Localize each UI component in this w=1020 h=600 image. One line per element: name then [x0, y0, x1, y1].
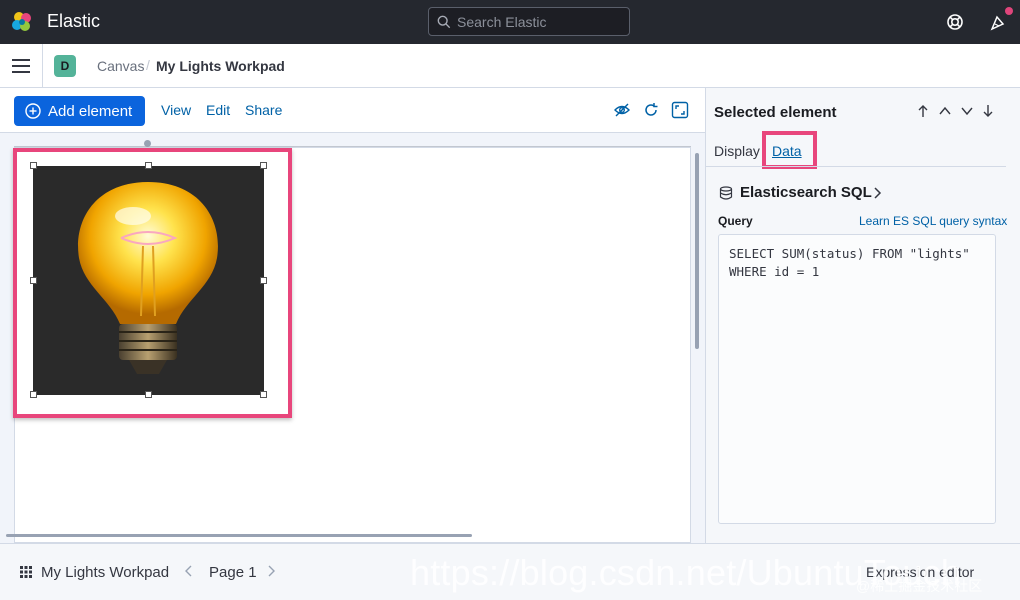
tab-display[interactable]: Display	[714, 143, 760, 159]
vertical-scrollbar[interactable]	[695, 153, 699, 349]
query-textarea[interactable]: SELECT SUM(status) FROM "lights" WHERE i…	[718, 234, 996, 524]
chevron-right-icon[interactable]	[266, 564, 276, 578]
chevron-left-icon[interactable]	[184, 564, 194, 578]
resize-handle[interactable]	[30, 162, 37, 169]
brand-name[interactable]: Elastic	[47, 11, 100, 32]
resize-handle[interactable]	[145, 162, 152, 169]
ruler-handle[interactable]	[144, 140, 151, 147]
newsfeed-icon[interactable]	[988, 12, 1008, 32]
element-sidebar: Selected element Display Data Elasticsea…	[705, 88, 1020, 543]
move-up-icon[interactable]	[938, 104, 952, 118]
resize-handle[interactable]	[260, 162, 267, 169]
breadcrumb-separator: /	[146, 57, 150, 73]
eye-closed-icon[interactable]	[613, 101, 631, 119]
resize-handle[interactable]	[260, 277, 267, 284]
search-icon	[437, 15, 451, 28]
resize-handle[interactable]	[30, 277, 37, 284]
move-down-icon[interactable]	[960, 104, 974, 118]
help-icon[interactable]	[945, 12, 965, 32]
plus-circle-icon	[25, 103, 41, 119]
grid-icon[interactable]	[19, 565, 33, 579]
add-element-label: Add element	[48, 102, 133, 120]
datasource-title[interactable]: Elasticsearch SQL	[740, 184, 872, 201]
refresh-icon[interactable]	[642, 101, 660, 119]
lightbulb-icon	[78, 182, 218, 374]
resize-handle[interactable]	[260, 391, 267, 398]
breadcrumb-bar: D Canvas / My Lights Workpad	[0, 44, 1020, 88]
notification-dot	[1005, 7, 1013, 15]
divider	[42, 44, 43, 88]
tab-data[interactable]: Data	[772, 143, 802, 159]
page-indicator[interactable]: Page 1	[209, 564, 257, 581]
footer-workpad-title[interactable]: My Lights Workpad	[41, 564, 169, 581]
resize-handle[interactable]	[30, 391, 37, 398]
tab-divider	[706, 166, 1006, 167]
edit-menu[interactable]: Edit	[206, 102, 230, 118]
es-sql-help-link[interactable]: Learn ES SQL query syntax	[859, 214, 1007, 228]
resize-handle[interactable]	[145, 391, 152, 398]
share-menu[interactable]: Share	[245, 102, 282, 118]
fullscreen-icon[interactable]	[671, 101, 689, 119]
sidebar-title: Selected element	[714, 104, 837, 121]
workpad-toolbar: Add element View Edit Share	[0, 88, 705, 133]
add-element-button[interactable]: Add element	[14, 96, 145, 126]
workpad-footer: My Lights Workpad Page 1 Expression edit…	[0, 543, 1020, 600]
breadcrumb-current-page: My Lights Workpad	[156, 58, 285, 74]
top-header: Elastic Search Elastic	[0, 0, 1020, 44]
elastic-logo-icon[interactable]	[10, 10, 34, 34]
watermark-sub: @稀土掘金技术社区	[856, 578, 983, 594]
space-avatar[interactable]: D	[54, 55, 76, 77]
menu-icon[interactable]	[12, 58, 30, 74]
lightbulb-image-element[interactable]	[33, 166, 264, 395]
database-icon	[719, 186, 733, 200]
search-placeholder: Search Elastic	[457, 13, 547, 30]
breadcrumb-canvas[interactable]: Canvas	[97, 58, 144, 74]
horizontal-scrollbar[interactable]	[6, 534, 472, 537]
send-to-back-icon[interactable]	[981, 104, 995, 118]
search-input[interactable]: Search Elastic	[428, 7, 630, 36]
bring-to-front-icon[interactable]	[916, 104, 930, 118]
chevron-right-icon[interactable]	[871, 186, 883, 200]
view-menu[interactable]: View	[161, 102, 191, 118]
query-label: Query	[718, 214, 753, 228]
